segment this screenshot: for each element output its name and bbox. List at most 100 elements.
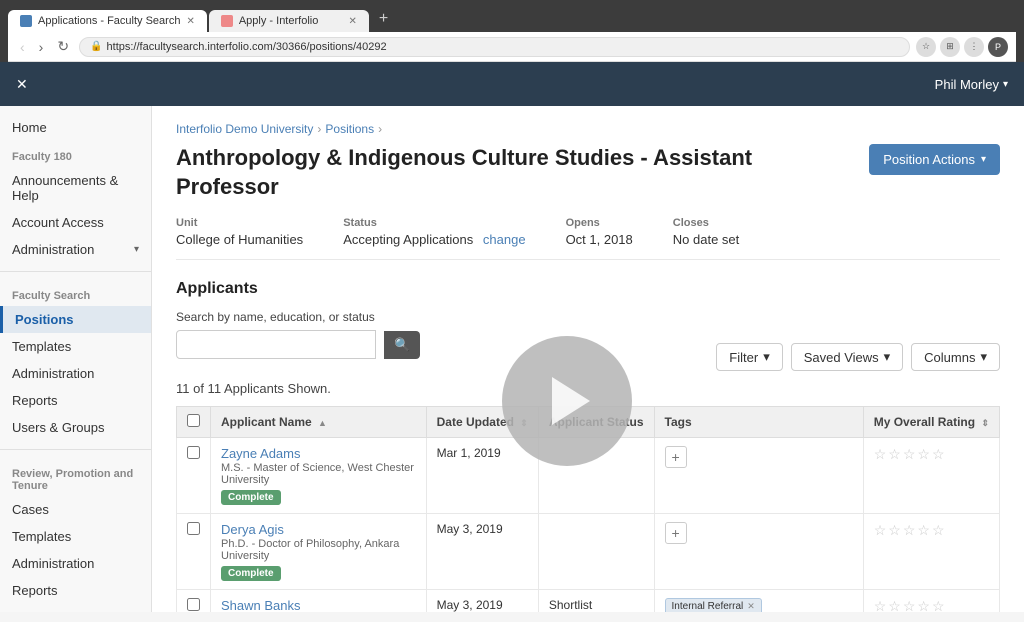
search-input[interactable] [176, 330, 376, 359]
sidebar-item-templates[interactable]: Templates [0, 333, 151, 360]
tab-favicon-1 [20, 15, 32, 27]
date-cell-2: May 3, 2019 [426, 514, 538, 590]
star-1-1[interactable]: ☆ [874, 446, 887, 463]
applicant-name-2[interactable]: Derya Agis [221, 522, 284, 537]
browser-address-bar: ‹ › ↻ 🔒 https://facultysearch.interfolio… [8, 32, 1016, 62]
breadcrumb-sep-1: › [317, 122, 321, 136]
breadcrumb-positions[interactable]: Positions [325, 122, 374, 136]
meta-closes: Closes No date set [673, 217, 740, 247]
tags-cell-3: Internal Referral ✕ Video Interview Conf… [654, 590, 863, 612]
th-tags: Tags [654, 407, 863, 438]
position-actions-button[interactable]: Position Actions ▾ [869, 144, 1000, 175]
breadcrumb: Interfolio Demo University › Positions › [176, 122, 1000, 136]
menu-toggle-button[interactable]: ✕ [16, 76, 28, 93]
forward-button[interactable]: › [35, 37, 48, 57]
status-change-link[interactable]: change [483, 232, 526, 247]
user-menu[interactable]: Phil Morley ▾ [935, 77, 1008, 92]
meta-closes-label: Closes [673, 217, 740, 229]
tab-favicon-2 [221, 15, 233, 27]
applicant-cell-3: Shawn Banks Ph.D. - Doctor of Philosophy… [211, 590, 427, 612]
sidebar-item-administration2[interactable]: Administration [0, 360, 151, 387]
browser-menu-button[interactable]: ⋮ [964, 37, 984, 57]
meta-status: Status Accepting Applications change [343, 217, 525, 247]
user-menu-chevron: ▾ [1003, 79, 1008, 90]
tag-remove-internal-referral[interactable]: ✕ [747, 601, 755, 612]
meta-closes-value: No date set [673, 232, 740, 247]
add-tag-button-2[interactable]: + [665, 522, 687, 544]
tab-close-1[interactable]: ✕ [186, 16, 194, 27]
star-button[interactable]: ☆ [916, 37, 936, 57]
tab-close-2[interactable]: ✕ [348, 16, 356, 27]
applicants-table-body: Zayne Adams M.S. - Master of Science, We… [177, 438, 1000, 612]
star-rating-3: ☆ ☆ ☆ ☆ ☆ [874, 598, 989, 612]
reload-button[interactable]: ↻ [53, 36, 73, 57]
star-2-5[interactable]: ☆ [932, 522, 945, 539]
row-checkbox-3[interactable] [187, 598, 200, 611]
sidebar-item-users-groups2[interactable]: Users & Groups [0, 604, 151, 612]
video-play-overlay[interactable] [502, 336, 632, 466]
saved-views-button[interactable]: Saved Views ▾ [791, 343, 903, 371]
url-bar[interactable]: 🔒 https://facultysearch.interfolio.com/3… [79, 37, 910, 57]
back-button[interactable]: ‹ [16, 37, 29, 57]
th-applicant-name[interactable]: Applicant Name ▲ [211, 407, 427, 438]
applicant-name-3[interactable]: Shawn Banks [221, 598, 301, 612]
sidebar-item-templates2[interactable]: Templates [0, 523, 151, 550]
new-tab-button[interactable]: + [371, 6, 396, 32]
applicant-degree-2: Ph.D. - Doctor of Philosophy, Ankara Uni… [221, 538, 416, 562]
star-3-3[interactable]: ☆ [903, 598, 916, 612]
profile-button[interactable]: P [988, 37, 1008, 57]
meta-status-value: Accepting Applications change [343, 232, 525, 247]
sidebar-item-announcements[interactable]: Announcements & Help [0, 167, 151, 209]
star-2-1[interactable]: ☆ [874, 522, 887, 539]
play-icon [552, 377, 590, 425]
star-1-4[interactable]: ☆ [917, 446, 930, 463]
browser-tab-2[interactable]: Apply - Interfolio ✕ [209, 10, 369, 32]
star-3-4[interactable]: ☆ [917, 598, 930, 612]
toolbar-right: Filter ▾ Saved Views ▾ Columns ▾ [716, 343, 1000, 371]
sidebar-item-account-access[interactable]: Account Access [0, 209, 151, 236]
add-tag-button-1[interactable]: + [665, 446, 687, 468]
admin-chevron: ▾ [134, 244, 139, 255]
sidebar-section-faculty-search: Faculty Search [0, 280, 151, 306]
star-1-2[interactable]: ☆ [888, 446, 901, 463]
sidebar-item-home[interactable]: Home [0, 114, 151, 141]
star-1-5[interactable]: ☆ [932, 446, 945, 463]
main-content: Interfolio Demo University › Positions ›… [152, 106, 1024, 612]
applicant-cell-1: Zayne Adams M.S. - Master of Science, We… [211, 438, 427, 514]
star-rating-2: ☆ ☆ ☆ ☆ ☆ [874, 522, 989, 539]
filter-button[interactable]: Filter ▾ [716, 343, 782, 371]
th-my-overall-rating[interactable]: My Overall Rating ⇕ [863, 407, 999, 438]
breadcrumb-university[interactable]: Interfolio Demo University [176, 122, 313, 136]
columns-button[interactable]: Columns ▾ [911, 343, 1000, 371]
saved-views-chevron: ▾ [884, 349, 891, 365]
sidebar-item-reports[interactable]: Reports [0, 387, 151, 414]
sidebar-item-administration[interactable]: Administration ▾ [0, 236, 151, 263]
th-checkbox [177, 407, 211, 438]
sidebar-item-administration3[interactable]: Administration [0, 550, 151, 577]
browser-toolbar-icons: ☆ ⊞ ⋮ P [916, 37, 1008, 57]
star-3-1[interactable]: ☆ [874, 598, 887, 612]
meta-opens: Opens Oct 1, 2018 [566, 217, 633, 247]
position-actions-chevron: ▾ [981, 154, 986, 165]
sidebar-item-positions[interactable]: Positions [0, 306, 151, 333]
row-checkbox-2[interactable] [187, 522, 200, 535]
extensions-button[interactable]: ⊞ [940, 37, 960, 57]
star-2-2[interactable]: ☆ [888, 522, 901, 539]
search-button[interactable]: 🔍 [384, 331, 420, 359]
browser-tab-1[interactable]: Applications - Faculty Search ✕ [8, 10, 207, 32]
breadcrumb-sep-2: › [378, 122, 382, 136]
sidebar-divider-2 [0, 449, 151, 450]
star-2-4[interactable]: ☆ [917, 522, 930, 539]
sidebar-item-users-groups[interactable]: Users & Groups [0, 414, 151, 441]
star-1-3[interactable]: ☆ [903, 446, 916, 463]
star-3-5[interactable]: ☆ [932, 598, 945, 612]
sidebar-item-reports2[interactable]: Reports [0, 577, 151, 604]
row-checkbox-1[interactable] [187, 446, 200, 459]
rating-cell-2: ☆ ☆ ☆ ☆ ☆ [863, 514, 999, 590]
applicant-name-1[interactable]: Zayne Adams [221, 446, 301, 461]
star-2-3[interactable]: ☆ [903, 522, 916, 539]
sidebar-item-cases[interactable]: Cases [0, 496, 151, 523]
star-3-2[interactable]: ☆ [888, 598, 901, 612]
star-rating-1: ☆ ☆ ☆ ☆ ☆ [874, 446, 989, 463]
select-all-checkbox[interactable] [187, 414, 200, 427]
